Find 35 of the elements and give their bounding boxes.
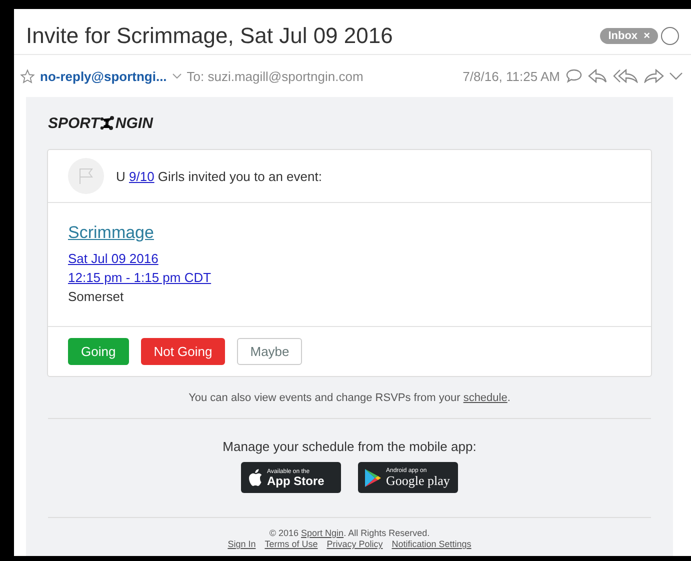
text-link[interactable]: schedule — [463, 392, 508, 404]
speech-bubble-icon[interactable] — [565, 68, 583, 84]
chevron-down-icon[interactable] — [669, 71, 683, 81]
star-icon[interactable] — [20, 68, 35, 84]
event-location: Somerset — [68, 289, 124, 304]
schedule-note: You can also view events and change RSVPs from your schedule. — [48, 377, 651, 419]
event-title-link[interactable]: Scrimmage — [68, 223, 154, 243]
logo-mark-icon — [99, 115, 116, 131]
event-time-link[interactable]: 12:15 pm - 1:15 pm CDT — [68, 270, 212, 285]
sender-address[interactable]: no-reply@sportngi... — [40, 68, 167, 84]
unread-toggle-icon[interactable] — [661, 27, 679, 45]
chevron-down-icon[interactable] — [172, 72, 182, 80]
footer-link[interactable]: Sign In — [228, 539, 256, 549]
logo-text: SPORT — [48, 114, 100, 132]
forward-icon[interactable] — [644, 69, 664, 83]
rsvp-button[interactable]: Maybe — [237, 338, 302, 365]
recipient-line: To: suzi.magill@sportngin.com — [186, 68, 364, 84]
footer-link[interactable]: Privacy Policy — [326, 539, 383, 549]
footer-link[interactable]: Notification Settings — [392, 539, 472, 549]
play-triangle-icon — [364, 468, 382, 488]
text-link[interactable]: 9/10 — [129, 168, 154, 184]
rsvp-button[interactable]: Not Going — [140, 338, 226, 365]
text-link[interactable]: Sport Ngin — [301, 528, 344, 538]
app-heading: Manage your schedule from the mobile app: — [222, 439, 478, 454]
reply-all-icon[interactable] — [613, 69, 639, 83]
event-date-link[interactable]: Sat Jul 09 2016 — [68, 251, 158, 266]
flag-avatar-icon — [68, 158, 104, 194]
copyright-text: © 2016 Sport Ngin. All Rights Reserved. — [269, 528, 430, 538]
message-date: 7/8/16, 11:25 AM — [462, 68, 560, 84]
email-subject: Invite for Scrimmage, Sat Jul 09 2016 — [26, 23, 394, 49]
invite-text: U 9/10 Girls invited you to an event: — [116, 168, 322, 184]
logo-text: NGIN — [115, 114, 153, 132]
footer-link[interactable]: Terms of Use — [264, 539, 318, 549]
reply-icon[interactable] — [588, 69, 608, 83]
apple-logo-icon — [247, 468, 263, 487]
